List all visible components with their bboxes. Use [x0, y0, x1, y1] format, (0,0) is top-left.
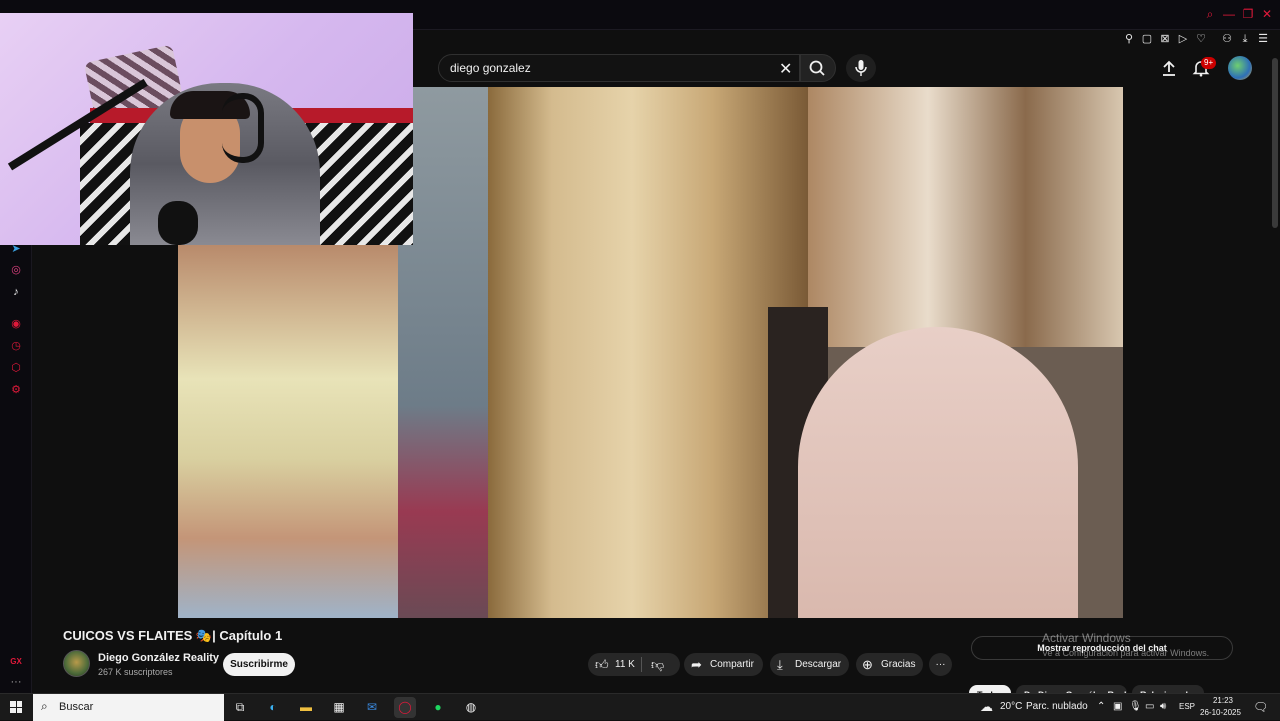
activate-windows-subtitle: Ve a Configuración para activar Windows. — [1042, 648, 1210, 658]
restore-icon[interactable]: ❐ — [1241, 7, 1255, 21]
notification-badge: 9+ — [1201, 57, 1217, 69]
subscriber-count: 267 K suscriptores — [98, 667, 173, 677]
search-icon: ⌕ — [41, 699, 48, 713]
browser-sidebar: ➤ ◎ ♪ ◉ ◷ ⬡ ⚙ GX ··· — [0, 242, 32, 693]
thanks-icon: ⊕ — [862, 657, 873, 672]
search-input[interactable]: diego gonzalez ✕ — [438, 54, 800, 82]
weather-icon: ☁ — [980, 699, 993, 714]
webcam-headset — [222, 93, 264, 163]
video-frame-background — [798, 87, 1123, 347]
download-icon[interactable]: ⤓ — [1238, 32, 1252, 46]
like-count[interactable]: 11 K — [615, 653, 635, 676]
subscribe-button[interactable]: Suscribirme — [223, 653, 295, 676]
download-button[interactable]: ⤓ Descargar — [770, 653, 849, 676]
like-divider — [641, 657, 642, 672]
microphone-icon[interactable]: 🎙︎ — [1129, 701, 1142, 712]
opera-gx-icon[interactable]: ◯ — [394, 697, 416, 718]
page-scrollbar[interactable] — [1272, 58, 1278, 228]
taskbar-search-placeholder: Buscar — [59, 701, 94, 713]
windows-taskbar: ⌕ Buscar ⧉ ◐ ▬ ▦ ✉ ◯ ● ◍ ☁ 20°C Parc. nu… — [0, 693, 1280, 721]
instagram-icon[interactable]: ◎ — [9, 263, 23, 277]
tray-app-icon[interactable]: ▣ — [1113, 701, 1122, 712]
clock-time[interactable]: 21:23 — [1208, 696, 1238, 705]
share-button[interactable]: ➦ Compartir — [684, 653, 763, 676]
like-icon[interactable]: 👍︎ — [595, 653, 609, 676]
sidebar-more-icon[interactable]: ··· — [9, 675, 23, 689]
channel-name[interactable]: Diego González Reality — [98, 652, 219, 664]
settings-icon[interactable]: ⚙ — [9, 383, 23, 397]
shield-icon[interactable]: ⊠ — [1158, 32, 1172, 46]
like-dislike-group: 👍︎ 11 K 👎︎ — [588, 653, 680, 676]
app-icon[interactable]: ◍ — [460, 697, 482, 718]
weather-condition[interactable]: Parc. nublado — [1026, 701, 1088, 712]
player-icon[interactable]: ◉ — [9, 317, 23, 331]
task-view-icon[interactable]: ⧉ — [229, 697, 251, 718]
notification-center-icon[interactable]: 🗨︎ — [1253, 700, 1268, 714]
microphone-icon — [855, 60, 867, 76]
history-icon[interactable]: ◷ — [9, 339, 23, 353]
file-explorer-icon[interactable]: ▬ — [295, 697, 317, 718]
play-icon[interactable]: ▷ — [1176, 32, 1190, 46]
activate-windows-title: Activar Windows — [1042, 631, 1131, 645]
pin-icon[interactable]: ⚲ — [1122, 32, 1136, 46]
network-icon[interactable]: ▭ — [1145, 701, 1154, 712]
search-button[interactable] — [800, 54, 836, 82]
search-icon — [809, 60, 825, 76]
taskbar-search-box[interactable]: ⌕ Buscar — [33, 694, 224, 721]
video-title: CUICOS VS FLAITES 🎭| Capítulo 1 — [63, 628, 283, 643]
thanks-label: Gracias — [881, 659, 916, 670]
account-avatar[interactable] — [1228, 56, 1252, 80]
webcam-overlay — [0, 13, 413, 245]
share-icon: ➦ — [691, 657, 702, 672]
windows-start-icon[interactable] — [10, 701, 22, 713]
weather-temperature[interactable]: 20°C — [1000, 701, 1022, 712]
download-label: Descargar — [795, 659, 842, 670]
store-icon[interactable]: ▦ — [328, 697, 350, 718]
channel-avatar[interactable] — [63, 650, 90, 677]
extension-bar: ⚲ ▢ ⊠ ▷ ♡ ⚇ ⤓ ☰ — [412, 30, 1280, 48]
tiktok-icon[interactable]: ♪ — [9, 285, 23, 299]
telegram-icon[interactable]: ➤ — [9, 242, 23, 256]
video-frame-subject — [488, 87, 808, 618]
input-language[interactable]: ESP — [1179, 702, 1195, 711]
webcam-microphone — [158, 201, 198, 245]
gx-label[interactable]: GX — [9, 655, 23, 669]
search-icon[interactable]: ⌕ — [1203, 7, 1217, 21]
clock-date[interactable]: 26-10-2025 — [1200, 708, 1241, 717]
close-icon[interactable]: ✕ — [1260, 7, 1274, 21]
dislike-icon[interactable]: 👎︎ — [651, 653, 664, 676]
share-label: Compartir — [710, 659, 754, 670]
download-icon: ⤓ — [777, 657, 783, 672]
outlook-icon[interactable]: ✉ — [361, 697, 383, 718]
clear-search-icon[interactable]: ✕ — [779, 59, 792, 79]
spotify-icon[interactable]: ● — [427, 697, 449, 718]
video-frame-shoulder — [798, 327, 1078, 618]
voice-search-button[interactable] — [846, 54, 876, 82]
extensions-icon[interactable]: ⬡ — [9, 361, 23, 375]
more-actions-button[interactable]: ··· — [929, 653, 952, 676]
edge-icon[interactable]: ◐ — [262, 697, 284, 718]
account-icon[interactable]: ⚇ — [1220, 32, 1234, 46]
heart-icon[interactable]: ♡ — [1194, 32, 1208, 46]
upload-icon[interactable] — [1160, 59, 1178, 77]
volume-icon[interactable]: 🔊︎ — [1160, 701, 1166, 712]
search-query: diego gonzalez — [450, 61, 531, 75]
minimize-icon[interactable]: — — [1222, 7, 1236, 21]
snapshot-icon[interactable]: ▢ — [1140, 32, 1154, 46]
tray-chevron-icon[interactable]: ⌃ — [1097, 701, 1105, 712]
thanks-button[interactable]: ⊕ Gracias — [856, 653, 923, 676]
menu-icon[interactable]: ☰ — [1256, 32, 1270, 46]
